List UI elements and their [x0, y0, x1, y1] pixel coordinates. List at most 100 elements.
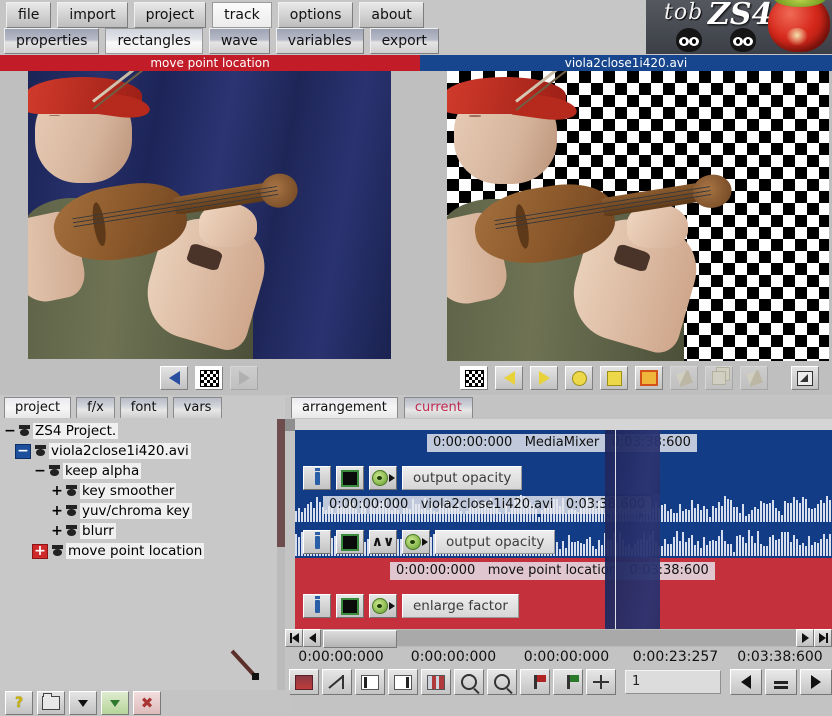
tab-font[interactable]: font: [120, 397, 168, 418]
crop-box-icon[interactable]: [635, 366, 663, 390]
info-icon[interactable]: [303, 466, 331, 490]
step-back-icon[interactable]: [730, 669, 762, 695]
scroll-left-icon[interactable]: [303, 629, 321, 647]
pencil-icon[interactable]: [740, 366, 768, 390]
clip-thumbnail: [605, 430, 660, 494]
save-icon[interactable]: [101, 691, 129, 715]
resize-icon[interactable]: [791, 366, 819, 390]
tree-item-move-point-location[interactable]: + move point location: [2, 541, 277, 561]
info-icon[interactable]: [303, 594, 331, 618]
timeline-track-viola[interactable]: 0:00:00:000 viola2close1i420.avi 0:03:38…: [295, 494, 832, 558]
playhead[interactable]: [615, 430, 616, 494]
split-icon[interactable]: [421, 669, 451, 695]
menu-options[interactable]: options: [278, 2, 354, 28]
timeline-track-mediamixer[interactable]: 0:00:00:000 MediaMixer 0:03:38:600: [295, 430, 832, 494]
envelope-icon[interactable]: [402, 530, 430, 554]
mute-icon[interactable]: [336, 530, 364, 554]
tab-current[interactable]: current: [404, 397, 473, 418]
tree-toggle-minus-icon[interactable]: −: [32, 464, 48, 479]
tree-toggle-minus-icon[interactable]: −: [15, 444, 31, 459]
timeline-scrollbar[interactable]: [285, 629, 832, 647]
tab-arrangement[interactable]: arrangement: [291, 397, 398, 418]
tree-toggle-plus-icon[interactable]: +: [49, 484, 65, 499]
tree-toggle-plus-icon[interactable]: +: [49, 524, 65, 539]
project-tree[interactable]: − ZS4 Project. − viola2close1i420.avi − …: [0, 419, 277, 690]
tree-toggle-minus-icon[interactable]: −: [2, 424, 18, 439]
menu-track[interactable]: track: [212, 2, 272, 28]
zoom-out-icon[interactable]: [487, 669, 517, 695]
tab-properties[interactable]: properties: [4, 28, 99, 54]
tab-fx[interactable]: f/x: [76, 397, 115, 418]
zoom-in-icon[interactable]: [454, 669, 484, 695]
tree-item-viola-avi[interactable]: − viola2close1i420.avi: [2, 441, 277, 461]
scroll-end-icon[interactable]: [814, 629, 832, 647]
prev-icon[interactable]: [495, 366, 523, 390]
tree-item-key-smoother[interactable]: + key smoother: [2, 481, 277, 501]
zoom-level-input[interactable]: 1: [625, 670, 721, 694]
clip-header[interactable]: 0:00:00:000 move point location 0:03:38:…: [390, 562, 715, 580]
square-icon[interactable]: [600, 366, 628, 390]
paw-icon: [65, 525, 78, 538]
tree-item-zs4-project[interactable]: − ZS4 Project.: [2, 421, 277, 441]
tree-item-blurr[interactable]: + blurr: [2, 521, 277, 541]
tree-toggle-plus-icon[interactable]: +: [49, 504, 65, 519]
flag-red-icon[interactable]: [520, 669, 550, 695]
pen-icon[interactable]: [670, 366, 698, 390]
envelope-icon[interactable]: [369, 594, 397, 618]
timeline-track-move-point-location[interactable]: 0:00:00:000 move point location 0:03:38:…: [295, 558, 832, 629]
clip-bar-icon[interactable]: [289, 669, 319, 695]
cut-icon[interactable]: [322, 669, 352, 695]
load-icon[interactable]: [69, 691, 97, 715]
menu-project[interactable]: project: [134, 2, 207, 28]
fx-parameter-label[interactable]: enlarge factor: [402, 594, 519, 618]
face-icon-left: [676, 28, 702, 52]
mute-icon[interactable]: [336, 594, 364, 618]
alpha-checker-icon[interactable]: [460, 366, 488, 390]
menu-import[interactable]: import: [57, 2, 127, 28]
tab-export[interactable]: export: [370, 28, 439, 54]
tab-rectangles[interactable]: rectangles: [105, 28, 202, 54]
menu-file[interactable]: file: [6, 2, 51, 28]
circle-icon[interactable]: [565, 366, 593, 390]
play-icon[interactable]: [230, 366, 258, 390]
scrollbar-thumb[interactable]: [277, 419, 285, 547]
clip-header[interactable]: 0:00:00:000 viola2close1i420.avi 0:03:38…: [323, 496, 651, 514]
tab-wave[interactable]: wave: [209, 28, 270, 54]
tools-icon[interactable]: ✖: [133, 691, 161, 715]
playhead[interactable]: [615, 494, 616, 558]
scrollbar-track[interactable]: [321, 630, 796, 646]
mark-in-icon[interactable]: [355, 669, 385, 695]
scroll-right-icon[interactable]: [796, 629, 814, 647]
open-folder-icon[interactable]: [37, 691, 65, 715]
wave-icon[interactable]: ∧∨: [369, 530, 397, 554]
project-tree-scrollbar[interactable]: [277, 419, 285, 690]
center-icon[interactable]: [586, 669, 616, 695]
step-forward-icon[interactable]: [800, 669, 832, 695]
equals-icon[interactable]: [765, 669, 797, 695]
help-icon[interactable]: ?: [5, 691, 33, 715]
fx-parameter-label[interactable]: output opacity: [402, 466, 522, 490]
tree-toggle-plus-icon[interactable]: +: [32, 544, 48, 559]
tree-item-keep-alpha[interactable]: − keep alpha: [2, 461, 277, 481]
scrollbar-thumb[interactable]: [323, 630, 397, 648]
alpha-checker-icon[interactable]: [195, 366, 223, 390]
tree-item-yuv-chroma-key[interactable]: + yuv/chroma key: [2, 501, 277, 521]
timeline-tracks-area[interactable]: 0:00:00:000 MediaMixer 0:03:38:600: [285, 419, 832, 629]
copy-icon[interactable]: [705, 366, 733, 390]
envelope-icon[interactable]: [369, 466, 397, 490]
fx-parameter-label[interactable]: output opacity: [435, 530, 555, 554]
mute-icon[interactable]: [336, 466, 364, 490]
tab-project[interactable]: project: [4, 397, 71, 418]
playhead[interactable]: [615, 558, 616, 629]
next-icon[interactable]: [530, 366, 558, 390]
mark-out-icon[interactable]: [388, 669, 418, 695]
tab-vars[interactable]: vars: [173, 397, 223, 418]
scroll-start-icon[interactable]: [285, 629, 303, 647]
info-icon[interactable]: [303, 530, 331, 554]
prev-icon[interactable]: [160, 366, 188, 390]
tab-variables[interactable]: variables: [276, 28, 364, 54]
preview-canvas-output[interactable]: [447, 71, 829, 361]
preview-canvas-source[interactable]: [28, 71, 391, 359]
menu-about[interactable]: about: [359, 2, 423, 28]
flag-green-icon[interactable]: [553, 669, 583, 695]
